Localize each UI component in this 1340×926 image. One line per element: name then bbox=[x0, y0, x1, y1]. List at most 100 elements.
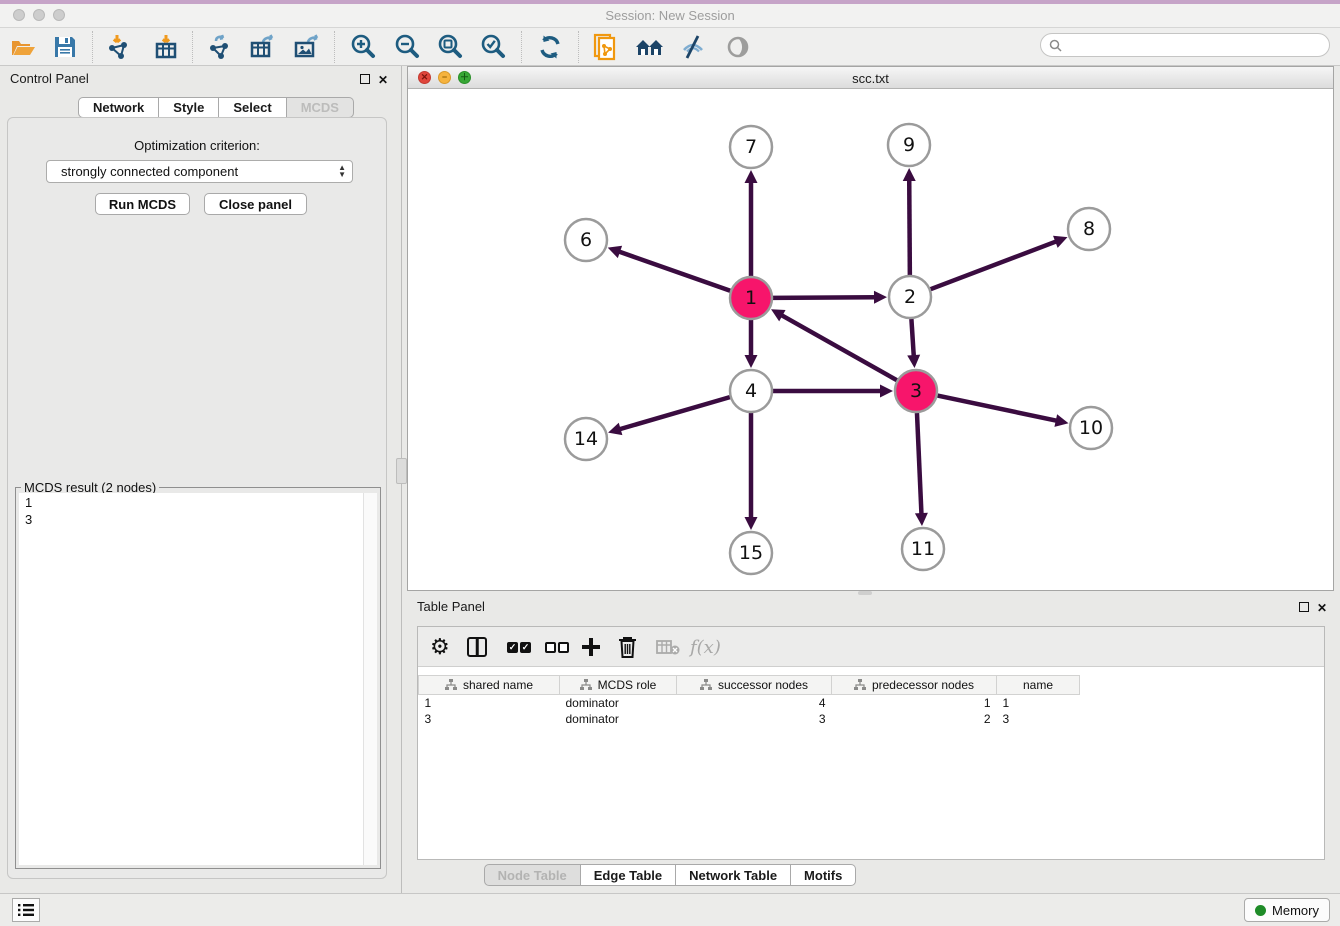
table-settings-icon[interactable]: ⚙ bbox=[430, 633, 450, 661]
tab-network[interactable]: Network bbox=[78, 97, 159, 118]
graph-node-2[interactable]: 2 bbox=[889, 276, 931, 318]
graph-edge-2-3[interactable] bbox=[911, 319, 913, 357]
graph-edge-arrow-icon bbox=[880, 385, 893, 398]
close-panel-icon[interactable]: ✕ bbox=[378, 73, 388, 87]
delete-icon[interactable] bbox=[618, 633, 637, 661]
export-table-icon[interactable] bbox=[247, 32, 277, 62]
horizontal-splitter-handle[interactable] bbox=[858, 591, 872, 595]
cell-shared-name[interactable]: 3 bbox=[419, 711, 560, 727]
tab-node-table[interactable]: Node Table bbox=[484, 864, 581, 886]
search-box[interactable] bbox=[1040, 33, 1330, 57]
graph-edge-2-8[interactable] bbox=[931, 241, 1058, 289]
svg-text:1: 1 bbox=[745, 287, 757, 309]
layout-refresh-icon[interactable] bbox=[535, 32, 565, 62]
graph-edge-arrow-icon bbox=[608, 246, 622, 258]
graph-edge-arrow-icon bbox=[608, 423, 622, 435]
function-builder-icon[interactable]: f(x) bbox=[690, 633, 721, 661]
column-layout-icon[interactable] bbox=[467, 633, 487, 661]
graph-node-14[interactable]: 14 bbox=[565, 418, 607, 460]
column-header-mcds-role[interactable]: MCDS role bbox=[560, 676, 677, 695]
cell-successor-nodes[interactable]: 4 bbox=[677, 695, 832, 711]
graph-node-7[interactable]: 7 bbox=[730, 126, 772, 168]
destroy-table-icon[interactable] bbox=[656, 633, 680, 661]
cell-name[interactable]: 1 bbox=[997, 695, 1080, 711]
graph-edge-3-1[interactable] bbox=[781, 315, 897, 381]
column-header-name[interactable]: name bbox=[997, 676, 1080, 695]
zoom-selected-icon[interactable] bbox=[478, 32, 508, 62]
graph-node-3[interactable]: 3 bbox=[895, 370, 937, 412]
optimization-criterion-dropdown[interactable]: strongly connected component ▲▼ bbox=[46, 160, 353, 183]
deselect-all-icon[interactable] bbox=[544, 633, 570, 661]
cell-mcds-role[interactable]: dominator bbox=[560, 711, 677, 727]
search-input[interactable] bbox=[1067, 38, 1329, 52]
graph-node-4[interactable]: 4 bbox=[730, 370, 772, 412]
select-all-icon[interactable]: ✓✓ bbox=[506, 633, 532, 661]
graph-edge-1-2[interactable] bbox=[773, 297, 876, 298]
node-table: shared name MCDS role successor nodes pr… bbox=[418, 675, 1324, 727]
graph-node-8[interactable]: 8 bbox=[1068, 208, 1110, 250]
graph-node-1[interactable]: 1 bbox=[730, 277, 772, 319]
tab-select[interactable]: Select bbox=[219, 97, 286, 118]
network-graph[interactable]: 7 9 6 8 1 2 4 3 14 10 15 11 bbox=[408, 89, 1333, 590]
cell-name[interactable]: 3 bbox=[997, 711, 1080, 727]
save-session-icon[interactable] bbox=[50, 32, 80, 62]
import-table-icon[interactable] bbox=[151, 32, 181, 62]
graph-edge-4-14[interactable] bbox=[619, 397, 730, 429]
table-panel-title: Table Panel bbox=[417, 599, 485, 614]
task-history-button[interactable] bbox=[12, 898, 40, 922]
zoom-fit-icon[interactable] bbox=[435, 32, 465, 62]
zoom-out-icon[interactable] bbox=[392, 32, 422, 62]
svg-text:6: 6 bbox=[580, 229, 592, 251]
vertical-splitter-handle[interactable] bbox=[396, 458, 407, 484]
graph-node-6[interactable]: 6 bbox=[565, 219, 607, 261]
column-header-successor-nodes[interactable]: successor nodes bbox=[677, 676, 832, 695]
export-image-icon[interactable] bbox=[291, 32, 321, 62]
mcds-result-text[interactable]: 1 3 bbox=[19, 493, 363, 865]
graph-edge-arrow-icon bbox=[907, 355, 920, 368]
graph-node-10[interactable]: 10 bbox=[1070, 407, 1112, 449]
run-mcds-button[interactable]: Run MCDS bbox=[95, 193, 190, 215]
column-header-predecessor-nodes[interactable]: predecessor nodes bbox=[832, 676, 997, 695]
close-table-panel-icon[interactable]: ✕ bbox=[1317, 601, 1327, 615]
network-view-title: scc.txt bbox=[408, 71, 1333, 86]
hierarchy-icon bbox=[445, 679, 457, 691]
cell-successor-nodes[interactable]: 3 bbox=[677, 711, 832, 727]
graph-node-15[interactable]: 15 bbox=[730, 532, 772, 574]
hide-selected-icon[interactable] bbox=[678, 32, 708, 62]
network-window-titlebar[interactable]: ✕ − ＋ scc.txt bbox=[408, 67, 1333, 89]
table-row[interactable]: 1 dominator 4 1 1 bbox=[419, 695, 1080, 711]
first-neighbors-icon[interactable] bbox=[635, 32, 665, 62]
result-scrollbar[interactable] bbox=[363, 493, 377, 865]
memory-button[interactable]: Memory bbox=[1244, 898, 1330, 922]
float-panel-icon[interactable] bbox=[360, 73, 370, 87]
cell-predecessor-nodes[interactable]: 2 bbox=[832, 711, 997, 727]
export-network-icon[interactable] bbox=[204, 32, 234, 62]
float-table-panel-icon[interactable] bbox=[1299, 601, 1309, 615]
open-file-icon[interactable] bbox=[8, 32, 38, 62]
table-row[interactable]: 3 dominator 3 2 3 bbox=[419, 711, 1080, 727]
zoom-in-icon[interactable] bbox=[348, 32, 378, 62]
tab-style[interactable]: Style bbox=[159, 97, 219, 118]
tab-mcds[interactable]: MCDS bbox=[287, 97, 354, 118]
graph-edge-3-11[interactable] bbox=[917, 413, 922, 515]
import-network-icon[interactable] bbox=[103, 32, 133, 62]
cell-mcds-role[interactable]: dominator bbox=[560, 695, 677, 711]
cell-shared-name[interactable]: 1 bbox=[419, 695, 560, 711]
graph-edge-3-10[interactable] bbox=[938, 396, 1058, 421]
tab-edge-table[interactable]: Edge Table bbox=[581, 864, 676, 886]
column-header-shared-name[interactable]: shared name bbox=[419, 676, 560, 695]
tab-motifs[interactable]: Motifs bbox=[791, 864, 856, 886]
tab-network-table[interactable]: Network Table bbox=[676, 864, 791, 886]
graph-edge-2-9[interactable] bbox=[909, 179, 910, 275]
control-panel-tabs: Network Style Select MCDS bbox=[78, 97, 354, 118]
network-canvas[interactable]: 7 9 6 8 1 2 4 3 14 10 15 11 bbox=[408, 89, 1333, 590]
clone-network-icon[interactable] bbox=[591, 32, 621, 62]
graph-node-9[interactable]: 9 bbox=[888, 124, 930, 166]
show-hidden-icon[interactable] bbox=[723, 32, 753, 62]
close-panel-button[interactable]: Close panel bbox=[204, 193, 307, 215]
graph-edge-1-6[interactable] bbox=[618, 251, 730, 290]
add-column-icon[interactable] bbox=[581, 633, 601, 661]
graph-node-11[interactable]: 11 bbox=[902, 528, 944, 570]
svg-text:14: 14 bbox=[574, 428, 598, 450]
cell-predecessor-nodes[interactable]: 1 bbox=[832, 695, 997, 711]
